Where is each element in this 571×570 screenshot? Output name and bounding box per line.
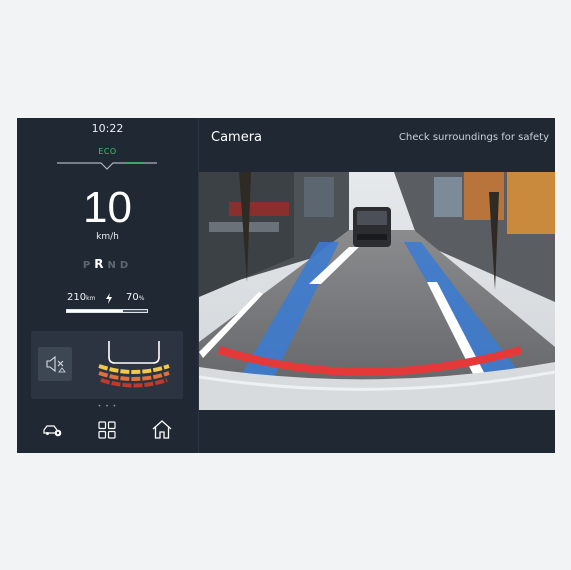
camera-feed-image bbox=[199, 172, 555, 410]
speed-value: 10 bbox=[83, 183, 132, 232]
range-distance: 210 bbox=[67, 292, 87, 303]
gear-n: N bbox=[107, 260, 120, 271]
gear-p: P bbox=[82, 260, 95, 271]
battery-percent: 70 bbox=[126, 292, 139, 303]
apps-button[interactable] bbox=[95, 418, 119, 442]
home-icon bbox=[152, 420, 172, 439]
car-settings-icon bbox=[43, 425, 62, 437]
clock: 10:22 bbox=[91, 122, 124, 135]
safety-notice: Check surroundings for safety bbox=[398, 132, 549, 143]
page-indicator: • • • bbox=[97, 403, 118, 410]
drive-mode-label: ECO bbox=[98, 147, 117, 156]
grid-icon bbox=[98, 421, 116, 439]
camera-title: Camera bbox=[211, 130, 263, 145]
eco-indicator-bar bbox=[57, 162, 157, 170]
gear-r: R bbox=[94, 257, 108, 271]
parking-sensor-card bbox=[31, 331, 183, 399]
parking-sensor-graphic bbox=[98, 341, 170, 388]
bolt-icon bbox=[106, 293, 112, 304]
camera-footer-bar bbox=[199, 410, 555, 453]
gear-indicator: PRND bbox=[17, 257, 198, 271]
battery-bar-fill bbox=[67, 310, 123, 312]
speaker-mute-icon bbox=[46, 355, 66, 373]
home-button[interactable] bbox=[150, 418, 174, 442]
range-unit: km bbox=[86, 295, 96, 302]
car-settings-button[interactable] bbox=[41, 418, 65, 442]
speed-unit: km/h bbox=[96, 232, 119, 242]
camera-header: Camera Check surroundings for safety bbox=[199, 118, 555, 172]
sensor-mute-button[interactable] bbox=[38, 347, 72, 381]
gear-d: D bbox=[119, 260, 133, 271]
infotainment-screen: 10:22 ECO 10 km/h PRND 210km 70% • • • C… bbox=[17, 118, 555, 453]
range-row: 210km 70% bbox=[67, 292, 151, 306]
battery-bar bbox=[66, 309, 148, 313]
cluster-panel: 10:22 ECO 10 km/h PRND 210km 70% • • • bbox=[17, 118, 198, 453]
battery-unit: % bbox=[138, 295, 145, 302]
rear-camera-view[interactable] bbox=[199, 172, 555, 410]
